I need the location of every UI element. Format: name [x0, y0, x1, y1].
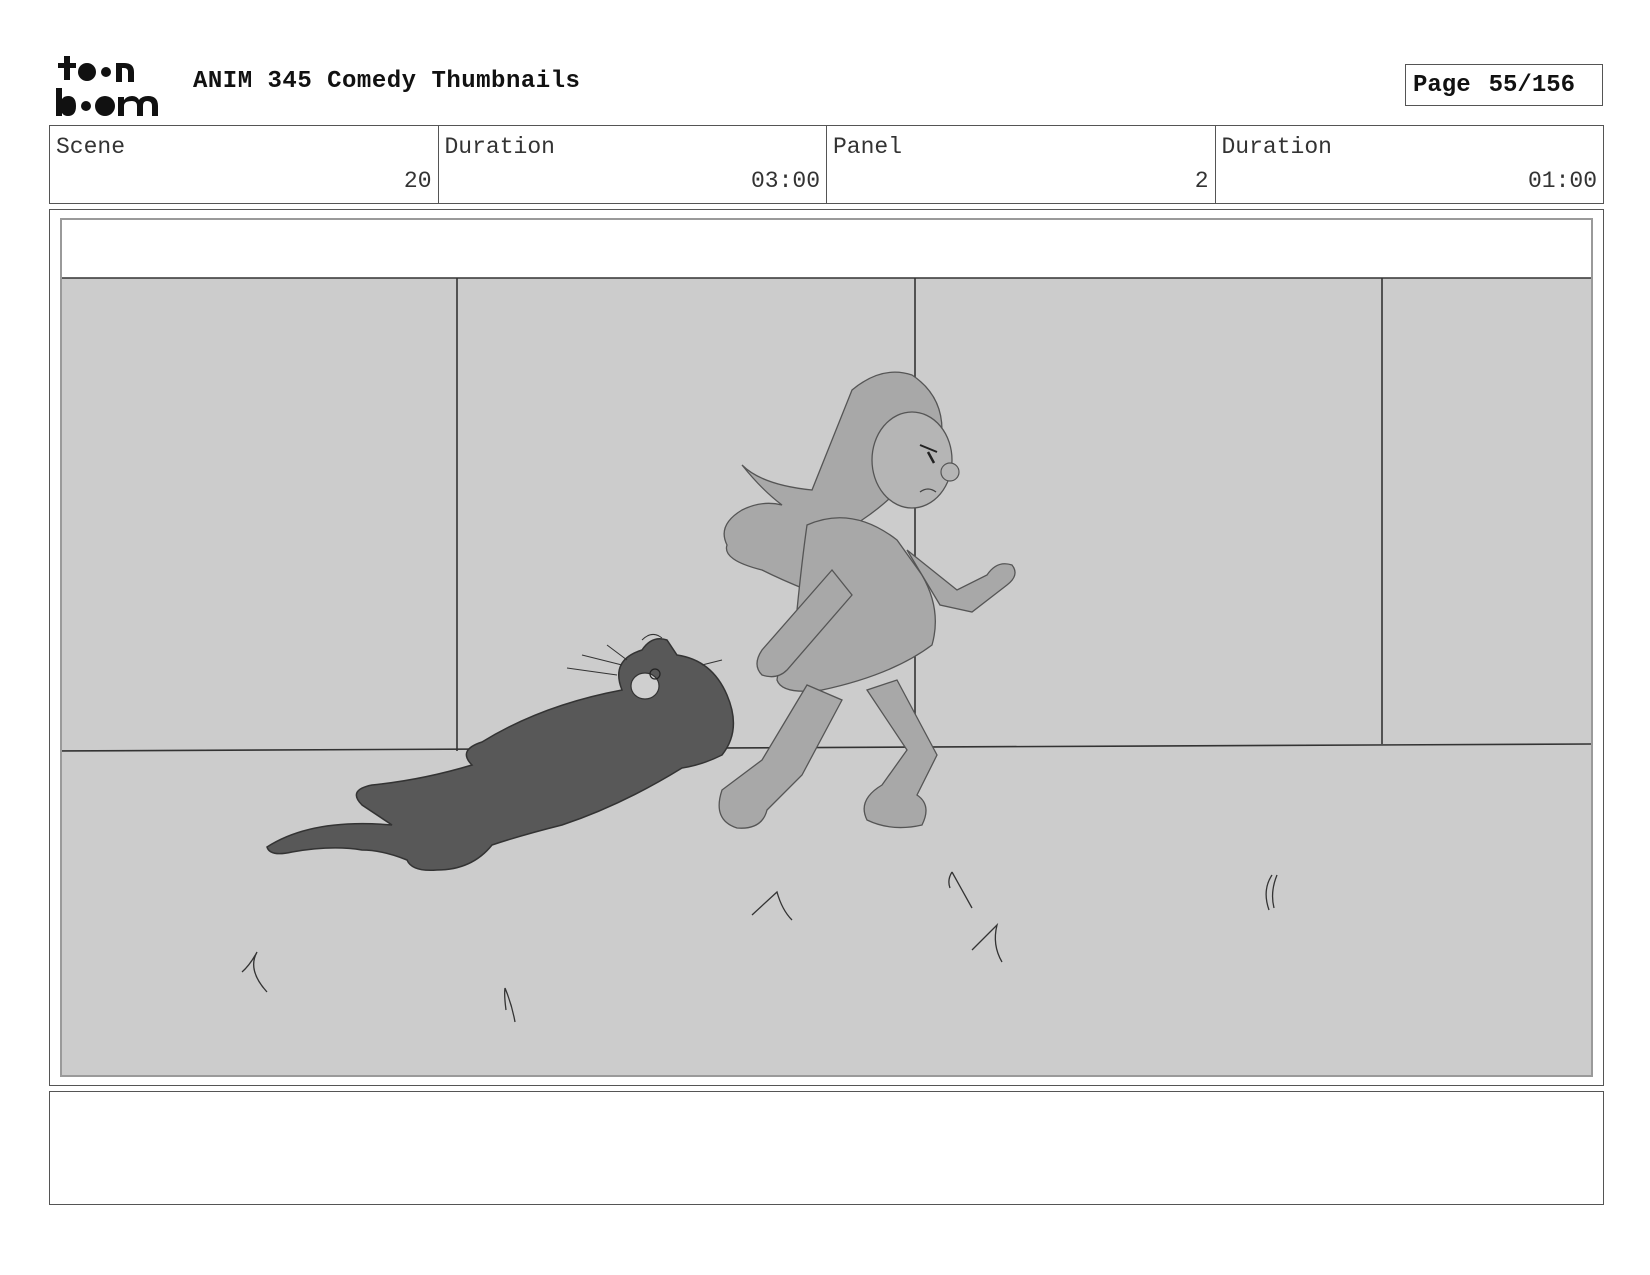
- scene-label: Scene: [56, 134, 126, 160]
- scene-value: 20: [403, 168, 432, 194]
- scene-duration-cell: Duration 03:00: [439, 126, 827, 203]
- scene-duration-label: Duration: [444, 134, 555, 160]
- page-label: Page: [1413, 71, 1471, 99]
- scene-info-row: Scene 20 Duration 03:00 Panel 2 Duration…: [49, 125, 1604, 204]
- panel-value: 2: [1194, 168, 1209, 194]
- document-title: ANIM 345 Comedy Thumbnails: [193, 68, 581, 95]
- panel-duration-cell: Duration 01:00: [1216, 126, 1604, 203]
- panel-duration-label: Duration: [1221, 134, 1332, 160]
- panel-label: Panel: [833, 134, 903, 160]
- panel-cell: Panel 2: [827, 126, 1216, 203]
- scene-duration-value: 03:00: [750, 168, 820, 194]
- page-indicator: Page 55/156: [1405, 64, 1603, 106]
- panel-duration-value: 01:00: [1527, 168, 1597, 194]
- storyboard-panel: [49, 209, 1604, 1086]
- panel-notes-box: [49, 1091, 1604, 1205]
- page-number: 55/156: [1488, 71, 1576, 99]
- scene-cell: Scene 20: [50, 126, 439, 203]
- panel-drawing: [60, 218, 1593, 1077]
- toonboom-logo: [54, 54, 174, 118]
- panel-sketch-image: [62, 277, 1591, 1075]
